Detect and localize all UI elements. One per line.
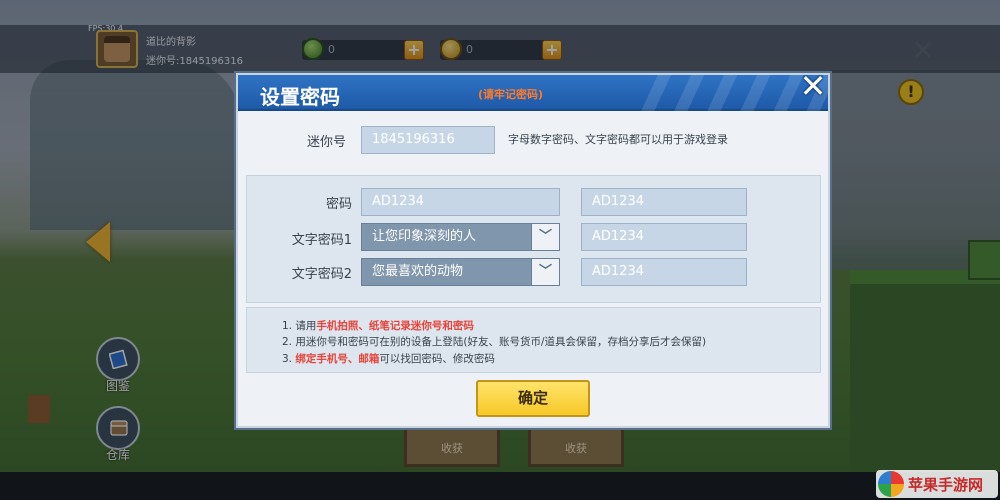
text-password-1-answer[interactable]: AD1234 xyxy=(581,223,747,251)
mini-id-hint: 字母数字密码、文字密码都可以用于游戏登录 xyxy=(508,133,728,146)
note-3-highlight: 绑定手机号、邮箱 xyxy=(295,353,380,365)
text-password-1-label: 文字密码1 xyxy=(291,233,352,248)
note-2: 2. 用迷你号和密码可在别的设备上登陆(好友、账号货币/道具会保留，存档分享后才… xyxy=(282,334,706,349)
text-password-1-value: 让您印象深刻的人 xyxy=(372,229,477,244)
watermark-text: 苹果手游网 xyxy=(908,476,984,494)
apple-logo-icon xyxy=(878,471,904,497)
note-3-suffix: 可以找回密码、修改密码 xyxy=(379,353,495,365)
confirm-button[interactable]: 确定 xyxy=(476,380,590,417)
note-1-prefix: 1. 请用 xyxy=(282,320,317,332)
note-1-highlight: 手机拍照、纸笔记录迷你号和密码 xyxy=(316,320,474,332)
password-input[interactable]: AD1234 xyxy=(361,188,560,216)
text-password-2-value: 您最喜欢的动物 xyxy=(372,264,464,279)
text-password-2-answer[interactable]: AD1234 xyxy=(581,258,747,286)
note-3: 3. 绑定手机号、邮箱可以找回密码、修改密码 xyxy=(282,351,495,366)
mini-id-field: 1845196316 xyxy=(361,126,495,154)
note-2-text: 2. 用迷你号和密码可在别的设备上登陆(好友、账号货币/道具会保留，存档分享后才… xyxy=(282,336,707,348)
dialog-title: 设置密码 xyxy=(260,85,340,109)
text-password-2-select[interactable]: 您最喜欢的动物 ﹀ xyxy=(361,258,560,286)
chevron-down-icon[interactable]: ﹀ xyxy=(531,224,559,250)
dialog-close-icon[interactable]: ✕ xyxy=(796,70,830,104)
dialog-header: 设置密码 (请牢记密码) xyxy=(238,75,828,111)
password-label: 密码 xyxy=(325,197,352,212)
note-3-prefix: 3. xyxy=(282,353,296,365)
note-1: 1. 请用手机拍照、纸笔记录迷你号和密码 xyxy=(282,318,474,333)
chevron-down-icon[interactable]: ﹀ xyxy=(531,259,559,285)
password-confirm-input[interactable]: AD1234 xyxy=(581,188,747,216)
dialog-subtitle: (请牢记密码) xyxy=(478,88,544,101)
mini-id-label: 迷你号 xyxy=(306,135,346,150)
text-password-2-label: 文字密码2 xyxy=(291,267,352,282)
text-password-1-select[interactable]: 让您印象深刻的人 ﹀ xyxy=(361,223,560,251)
